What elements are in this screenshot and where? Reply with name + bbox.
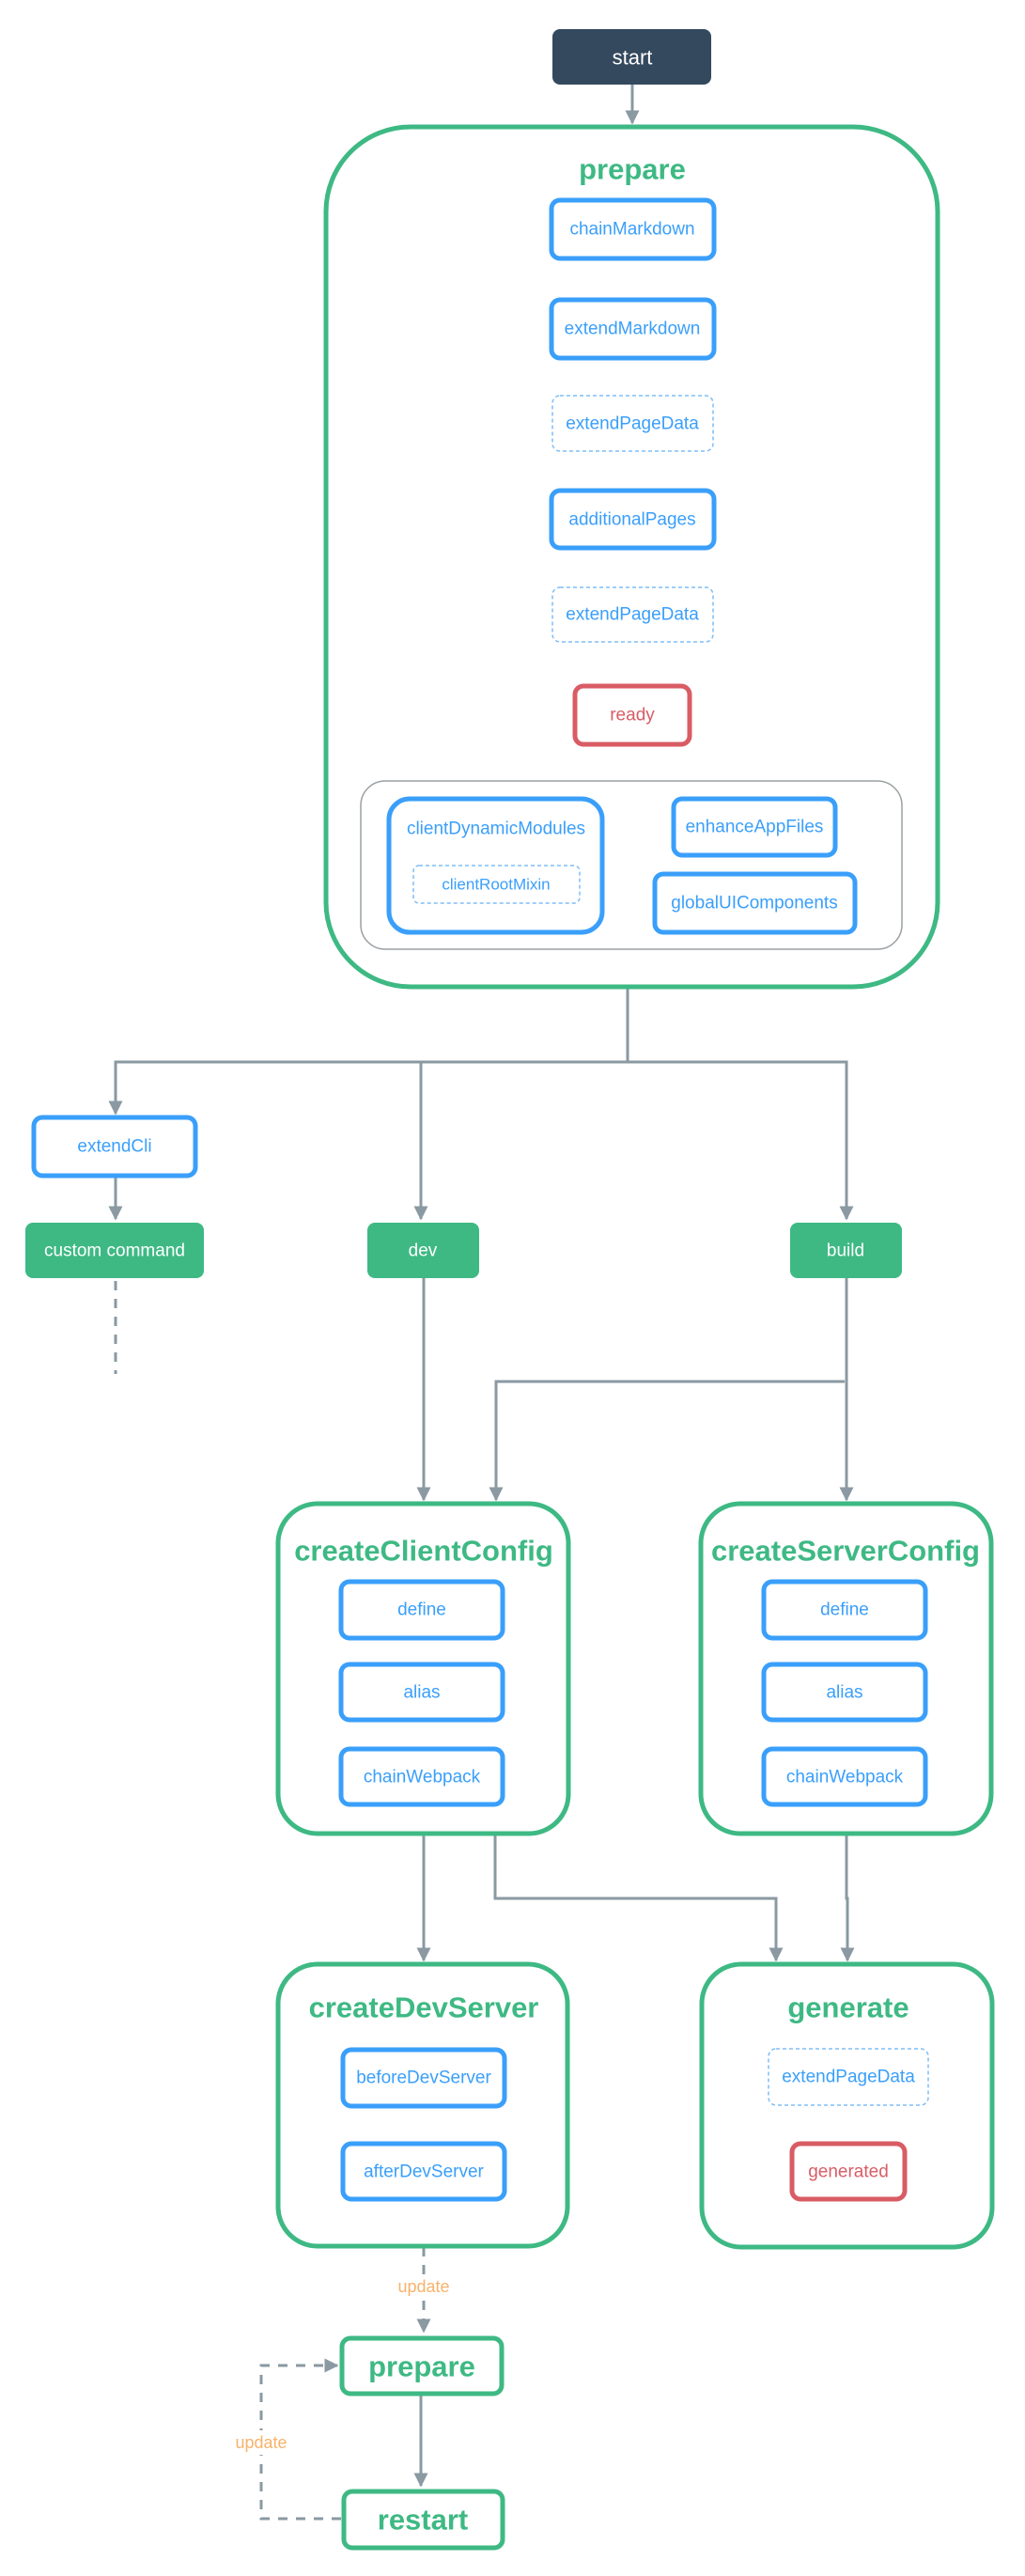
createServerConfig-stage: createServerConfig define alias chainWeb… [698, 1501, 994, 1836]
prepare-title: prepare [579, 153, 686, 186]
hook-chainMarkdown[interactable]: chainMarkdown [549, 197, 717, 261]
hook-extendPageData-2[interactable]: extendPageData [551, 586, 714, 643]
hook-label: afterDevServer [364, 2162, 484, 2182]
hook-label: extendCli [77, 1137, 151, 1157]
hook-label: chainMarkdown [569, 220, 694, 240]
loop-label: prepare [368, 2350, 475, 2383]
hook-clientRootMixin[interactable]: clientRootMixin [412, 865, 581, 904]
edge-branch-build [114, 1060, 854, 1221]
update-label-2: update [235, 2433, 287, 2452]
hook-chainWebpack-server[interactable]: chainWebpack [761, 1746, 928, 1807]
hook-label: enhanceAppFiles [686, 818, 824, 837]
hook-label: extendMarkdown [565, 320, 701, 339]
createClientConfig-title: createClientConfig [294, 1535, 553, 1568]
loop-prepare[interactable]: prepare [339, 2335, 505, 2396]
hook-label: globalUIComponents [671, 894, 837, 913]
update-label-1: update [397, 2277, 449, 2296]
hook-label: extendPageData [566, 414, 699, 434]
hook-label: chainWebpack [786, 1768, 904, 1788]
hook-chainWebpack-client[interactable]: chainWebpack [338, 1746, 505, 1807]
edge-build-createClientConfig [489, 1380, 845, 1502]
prepare-stage: prepare chainMarkdown extendMarkdown ext… [323, 124, 940, 990]
hook-label: alias [403, 1683, 440, 1703]
generate-stage: generate extendPageData generated [699, 1961, 995, 2250]
loop-label: restart [378, 2504, 469, 2537]
loop-restart[interactable]: restart [341, 2489, 505, 2551]
hook-label: define [820, 1600, 869, 1620]
start-node[interactable]: start [552, 29, 711, 85]
command-label: dev [409, 1241, 438, 1261]
hook-enhanceAppFiles[interactable]: enhanceAppFiles [671, 796, 838, 858]
hook-beforeDevServer[interactable]: beforeDevServer [340, 2047, 507, 2109]
hook-alias-client[interactable]: alias [338, 1662, 505, 1723]
start-label: start [613, 46, 653, 70]
hook-extendPageData-1[interactable]: extendPageData [551, 395, 714, 452]
hook-label: clientDynamicModules [407, 820, 585, 839]
command-custom[interactable]: custom command [25, 1223, 204, 1278]
hook-label: ready [610, 706, 655, 726]
command-build[interactable]: build [790, 1223, 902, 1278]
hook-additionalPages[interactable]: additionalPages [549, 488, 717, 551]
hook-globalUIComponents[interactable]: globalUIComponents [652, 871, 858, 935]
hook-label: alias [826, 1683, 862, 1703]
hook-define-server[interactable]: define [761, 1579, 928, 1641]
hook-alias-server[interactable]: alias [761, 1662, 928, 1723]
command-dev[interactable]: dev [367, 1223, 479, 1278]
hook-label: define [397, 1600, 446, 1620]
hook-ready[interactable]: ready [572, 683, 692, 747]
hook-extendPageData-generate[interactable]: extendPageData [768, 2048, 929, 2106]
createClientConfig-stage: createClientConfig define alias chainWeb… [275, 1501, 571, 1836]
hook-extendCli[interactable]: extendCli [31, 1115, 198, 1179]
hook-afterDevServer[interactable]: afterDevServer [340, 2141, 507, 2202]
hook-label: beforeDevServer [356, 2069, 491, 2088]
edge-createClientConfig-generate [493, 1834, 784, 1962]
createServerConfig-title: createServerConfig [711, 1535, 980, 1568]
edge-createServerConfig-generate [840, 1834, 855, 1962]
hook-define-client[interactable]: define [338, 1579, 505, 1641]
command-label: custom command [44, 1241, 185, 1261]
generate-title: generate [787, 1991, 909, 2024]
createDevServer-stage: createDevServer beforeDevServer afterDev… [275, 1961, 570, 2249]
hook-label: clientRootMixin [442, 876, 550, 894]
hook-generated[interactable]: generated [789, 2141, 908, 2202]
hook-label: extendPageData [566, 605, 699, 625]
vuepress-lifecycle-diagram: start prepare chainMarkdown extendMarkdo… [25, 29, 995, 2551]
hook-extendMarkdown[interactable]: extendMarkdown [549, 297, 717, 361]
hook-label: generated [808, 2162, 889, 2182]
createDevServer-title: createDevServer [309, 1991, 539, 2024]
command-label: build [827, 1241, 864, 1261]
hook-label: chainWebpack [364, 1768, 481, 1788]
hook-label: additionalPages [568, 510, 695, 530]
hook-label: extendPageData [782, 2068, 915, 2087]
